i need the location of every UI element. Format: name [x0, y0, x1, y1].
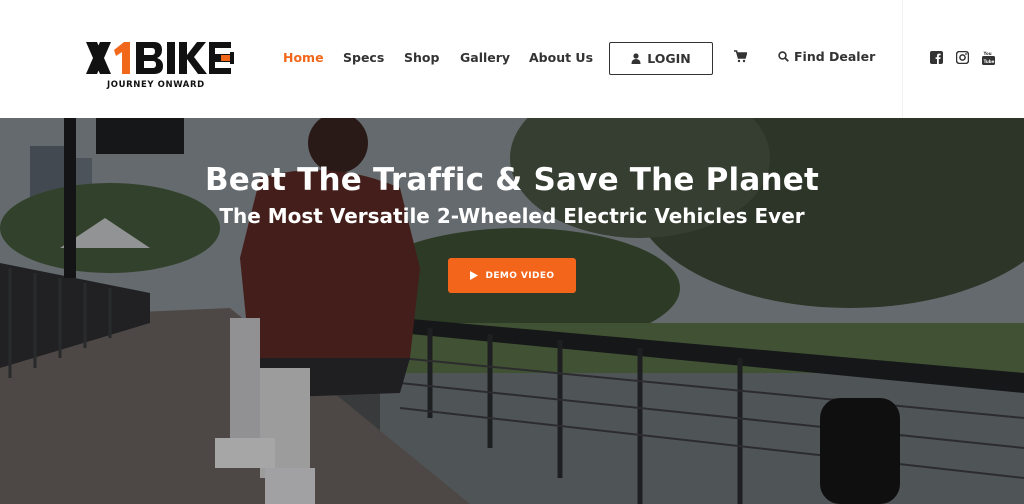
hero-banner: Beat The Traffic & Save The Planet The M… [0, 118, 1024, 504]
svg-text:Tube: Tube [984, 59, 995, 64]
user-icon [631, 53, 641, 64]
hero-title: Beat The Traffic & Save The Planet [204, 162, 820, 198]
login-label: LOGIN [647, 51, 691, 66]
nav-item-shop[interactable]: Shop [404, 50, 439, 66]
svg-text:You: You [983, 51, 992, 56]
cart-icon[interactable] [734, 50, 747, 63]
youtube-icon[interactable]: You Tube [982, 51, 995, 65]
login-button[interactable]: LOGIN [609, 42, 713, 75]
search-icon [778, 51, 789, 62]
find-dealer-link[interactable]: Find Dealer [778, 49, 875, 64]
demo-video-button[interactable]: DEMO VIDEO [448, 258, 576, 293]
nav-item-about-us[interactable]: About Us [529, 50, 593, 66]
facebook-icon[interactable] [930, 51, 943, 64]
play-icon [469, 271, 478, 280]
nav-item-home[interactable]: Home [283, 50, 324, 66]
site-header: JOURNEY ONWARD Home Specs Shop Gallery A… [0, 0, 1024, 118]
find-dealer-label: Find Dealer [794, 49, 876, 64]
brand-tagline: JOURNEY ONWARD [107, 80, 205, 90]
demo-video-label: DEMO VIDEO [485, 270, 555, 281]
nav-item-gallery[interactable]: Gallery [460, 50, 510, 66]
instagram-icon[interactable] [956, 51, 969, 64]
nav-item-specs[interactable]: Specs [343, 50, 384, 66]
hero-subtitle: The Most Versatile 2-Wheeled Electric Ve… [219, 204, 805, 228]
